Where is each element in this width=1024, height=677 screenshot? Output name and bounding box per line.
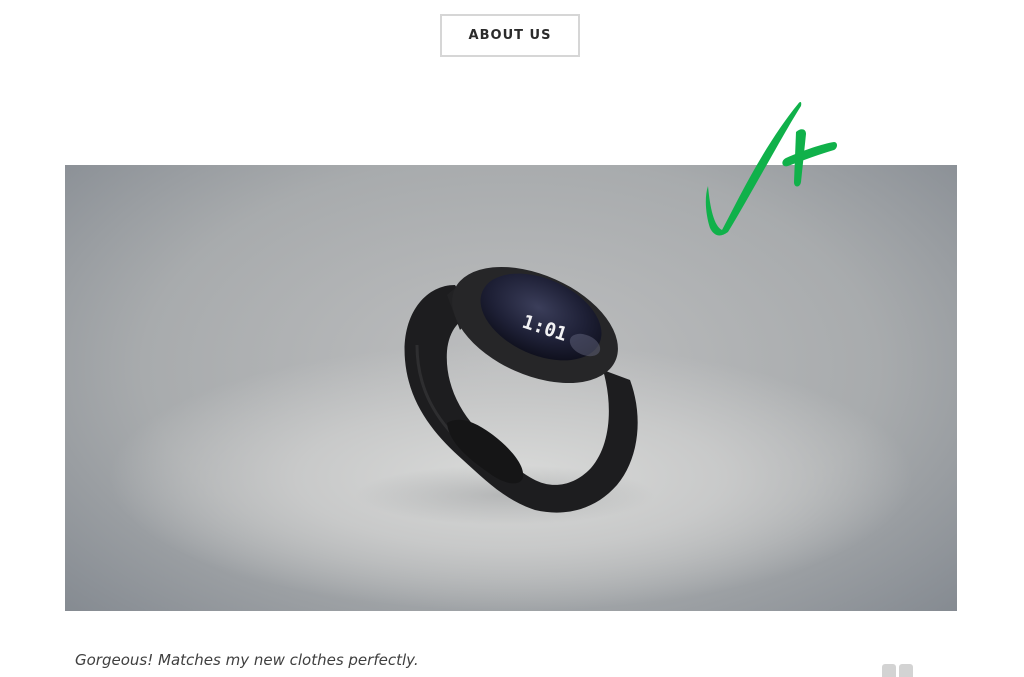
about-us-button[interactable]: ABOUT US [440, 14, 580, 57]
checkmark-plus-icon [705, 101, 837, 236]
testimonial-text: Gorgeous! Matches my new clothes perfect… [75, 651, 419, 669]
quote-icon [882, 664, 914, 677]
